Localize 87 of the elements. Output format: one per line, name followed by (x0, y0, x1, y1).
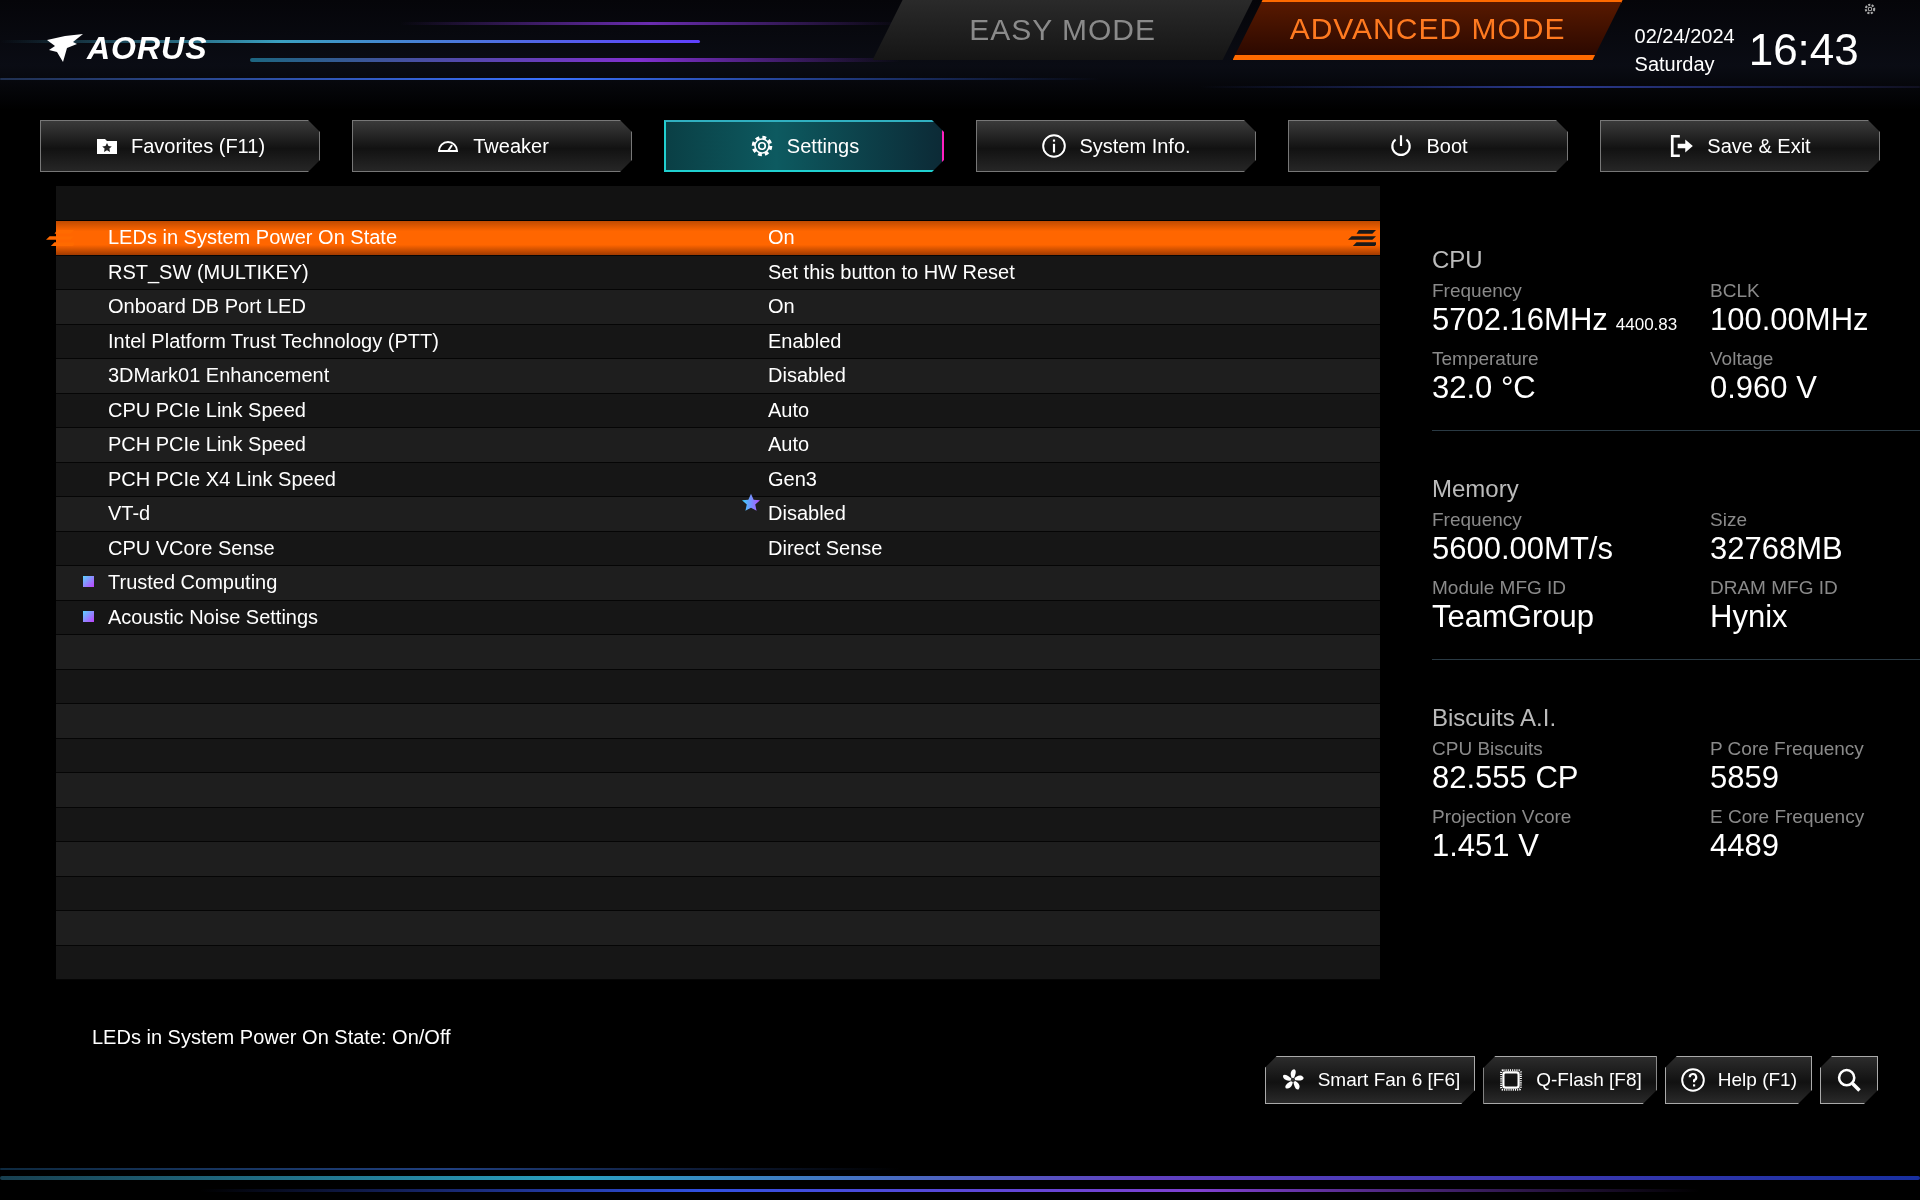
search-icon (1835, 1066, 1863, 1094)
setting-value[interactable]: Set this button to HW Reset (768, 260, 1015, 284)
settings-row[interactable]: CPU VCore Sense Direct Sense (56, 531, 1380, 566)
submenu-link[interactable]: Trusted Computing (108, 571, 278, 595)
info-value: 32768MB (1710, 531, 1843, 567)
chip-icon (1498, 1067, 1525, 1093)
info-value: 100.00MHz (1710, 302, 1869, 338)
info-value: 5859 (1710, 760, 1779, 796)
info-label: DRAM MFG ID (1710, 577, 1839, 599)
mode-tab[interactable]: EASY MODE (872, 0, 1253, 60)
setting-value[interactable]: Auto (768, 433, 810, 457)
setting-value[interactable]: Disabled (768, 502, 846, 526)
info-value: 0.960 V (1710, 370, 1817, 406)
info-value: 5702.16MHz (1432, 302, 1608, 338)
settings-row[interactable]: 3DMark01 Enhancement Disabled (56, 359, 1380, 394)
section-title: CPU (1432, 246, 1484, 274)
setting-value[interactable]: On (768, 295, 795, 319)
info-label: Frequency (1432, 280, 1523, 302)
setting-value[interactable]: Auto (768, 398, 810, 422)
nav-tab[interactable]: Boot (1288, 120, 1568, 172)
info-icon (1041, 133, 1068, 159)
help-text: LEDs in System Power On State: On/Off (92, 1026, 451, 1049)
date-text: 02/24/2024 (1634, 24, 1735, 49)
footer-button[interactable]: Help (F1) (1664, 1056, 1812, 1104)
info-label: Size (1710, 509, 1748, 531)
info-label: Frequency (1432, 509, 1523, 531)
settings-row[interactable]: Onboard DB Port LED On (56, 290, 1380, 325)
setting-label: 3DMark01 Enhancement (108, 364, 330, 388)
info-value: 4489 (1710, 828, 1779, 864)
nav-tab[interactable]: Favorites (F11) (40, 120, 320, 172)
settings-row[interactable]: Intel Platform Trust Technology (PTT) Enabled (56, 324, 1380, 359)
setting-label: LEDs in System Power On State (108, 226, 397, 250)
settings-row[interactable]: Acoustic Noise Settings (56, 600, 1380, 635)
info-value: 82.555 CP (1432, 760, 1579, 796)
stripe-cursor-icon (1348, 230, 1376, 246)
setting-label: CPU PCIe Link Speed (108, 398, 306, 422)
weekday-text: Saturday (1634, 52, 1716, 77)
info-label: Voltage (1710, 348, 1775, 370)
mode-tab[interactable]: ADVANCED MODE (1232, 0, 1623, 60)
section-title: Memory (1432, 475, 1520, 503)
stripe-cursor-icon (46, 230, 74, 246)
footer-button[interactable]: Q-Flash [F8] (1483, 1056, 1657, 1104)
setting-value[interactable]: Direct Sense (768, 536, 883, 560)
settings-row[interactable]: RST_SW (MULTIKEY) Set this button to HW Reset (56, 255, 1380, 290)
info-value: Hynix (1710, 599, 1788, 635)
info-value: 5600.00MT/s (1432, 531, 1613, 567)
nav-tab[interactable]: Tweaker (352, 120, 632, 172)
brand-logo-text: AORUS (87, 30, 208, 67)
settings-row[interactable]: PCH PCIe X4 Link Speed Gen3 (56, 462, 1380, 497)
info-label: CPU Biscuits (1432, 738, 1544, 760)
info-label: Module MFG ID (1432, 577, 1568, 599)
submenu-bullet-icon (83, 576, 94, 588)
nav-tab[interactable]: Save & Exit (1600, 120, 1880, 172)
settings-icon[interactable] (1863, 2, 1877, 16)
info-note: 4400.83 (1615, 315, 1678, 335)
setting-label: PCH PCIe Link Speed (108, 433, 306, 457)
info-label: BCLK (1710, 280, 1761, 302)
setting-label: CPU VCore Sense (108, 536, 275, 560)
submenu-link[interactable]: Acoustic Noise Settings (108, 605, 319, 629)
setting-label: RST_SW (MULTIKEY) (108, 260, 309, 284)
settings-row[interactable]: PCH PCIe Link Speed Auto (56, 428, 1380, 463)
section-title: Biscuits A.I. (1432, 704, 1558, 732)
setting-label: Intel Platform Trust Technology (PTT) (108, 329, 439, 353)
setting-label: Onboard DB Port LED (108, 295, 306, 319)
settings-row[interactable]: Trusted Computing (56, 566, 1380, 601)
setting-label: VT-d (108, 502, 151, 526)
footer-button[interactable] (1820, 1056, 1878, 1104)
settings-row[interactable]: CPU PCIe Link Speed Auto (56, 393, 1380, 428)
nav-tab[interactable]: System Info. (976, 120, 1256, 172)
info-label: Projection Vcore (1432, 806, 1573, 828)
info-value: TeamGroup (1432, 599, 1594, 635)
info-value: 1.451 V (1432, 828, 1539, 864)
info-label: E Core Frequency (1710, 806, 1866, 828)
settings-row[interactable]: VT-d Disabled (56, 497, 1380, 532)
info-label: Temperature (1432, 348, 1540, 370)
nav-tab[interactable]: Settings (664, 120, 944, 172)
help-icon (1679, 1067, 1706, 1093)
eagle-logo-icon (45, 33, 85, 64)
submenu-bullet-icon (83, 610, 94, 622)
setting-value[interactable]: Gen3 (768, 467, 817, 491)
time-text: 16:43 (1748, 25, 1859, 75)
setting-label: PCH PCIe X4 Link Speed (108, 467, 336, 491)
setting-value[interactable]: Disabled (768, 364, 846, 388)
info-label: P Core Frequency (1710, 738, 1865, 760)
footer-button[interactable]: Smart Fan 6 [F6] (1264, 1056, 1476, 1104)
info-value: 32.0 °C (1432, 370, 1536, 406)
setting-value[interactable]: Enabled (768, 329, 842, 353)
